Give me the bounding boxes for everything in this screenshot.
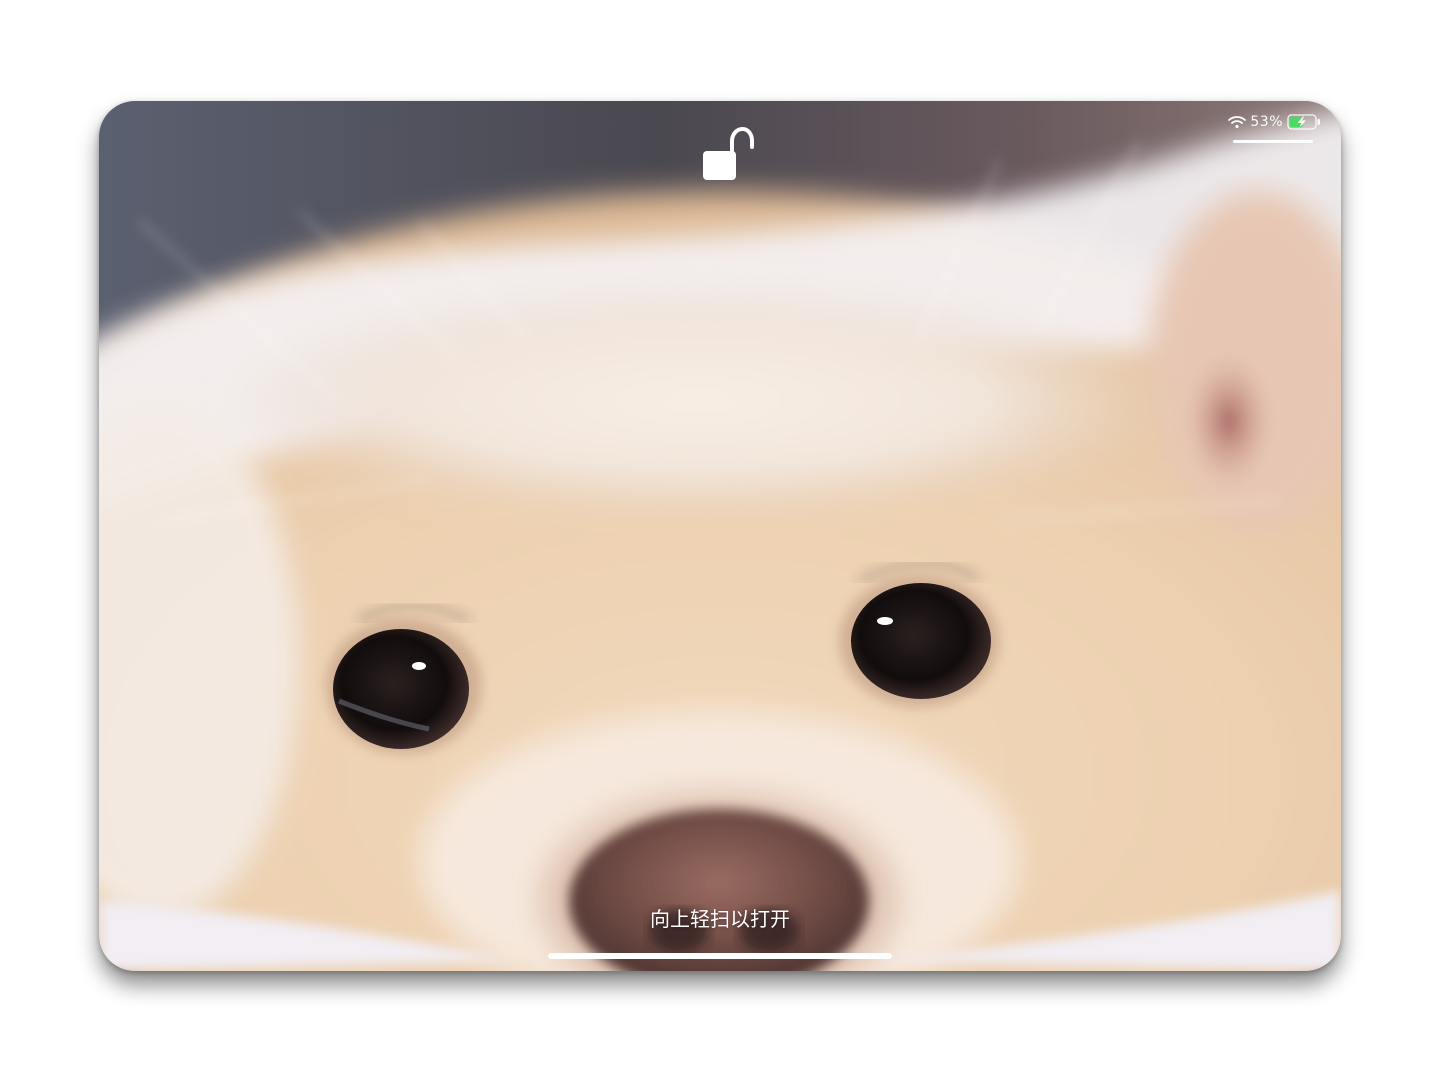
home-indicator[interactable] [548,953,892,959]
swipe-up-to-open-hint: 向上轻扫以打开 [650,907,790,931]
battery-charging-icon [1287,114,1320,130]
wifi-icon [1228,116,1247,129]
dog-photo-wallpaper [99,101,1341,971]
unlocked-padlock-icon [703,126,754,180]
page: 53% 向上轻扫以打开 [0,0,1440,1080]
ipad-lock-screen[interactable]: 53% 向上轻扫以打开 [99,101,1341,971]
control-center-handle[interactable] [1233,140,1313,143]
status-bar: 53% [1228,111,1321,133]
battery-percent: 53% [1250,114,1283,130]
